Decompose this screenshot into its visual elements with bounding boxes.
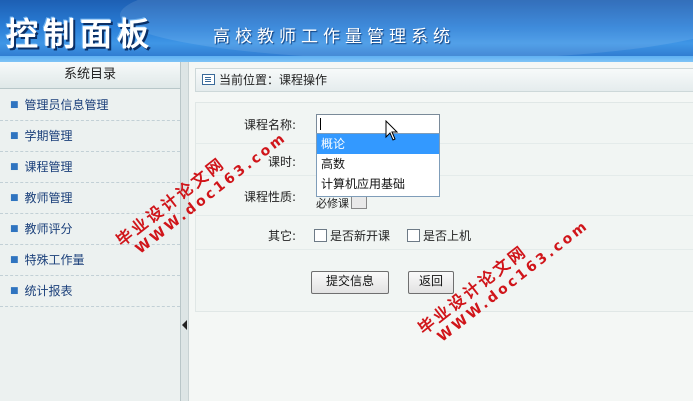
row-divider <box>196 215 693 216</box>
new-course-label: 是否新开课 <box>330 229 391 243</box>
course-option[interactable]: 高数 <box>317 154 439 174</box>
bullet-icon: ■ <box>10 224 19 234</box>
new-course-checkbox[interactable]: 是否新开课 <box>314 227 390 244</box>
text-caret <box>320 118 321 130</box>
sidebar-item-semester[interactable]: ■ 学期管理 <box>0 121 180 152</box>
sidebar-splitter[interactable] <box>180 62 189 401</box>
sidebar-item-special-workload[interactable]: ■ 特殊工作量 <box>0 245 180 276</box>
sidebar-item-label: 课程管理 <box>24 160 73 174</box>
course-type-value: 必修课 <box>316 197 349 209</box>
submit-button[interactable]: 提交信息 <box>311 271 389 294</box>
breadcrumb: 当前位置：课程操作 <box>195 68 693 92</box>
dropdown-button-icon[interactable] <box>351 196 367 209</box>
course-dropdown-list[interactable]: 概论 高数 计算机应用基础 <box>316 133 440 197</box>
app-subtitle: 高校教师工作量管理系统 <box>213 27 455 47</box>
sidebar-title: 系统目录 <box>0 62 180 89</box>
lab-checkbox[interactable]: 是否上机 <box>407 227 471 244</box>
sidebar-item-label: 学期管理 <box>24 129 73 143</box>
sidebar-item-label: 管理员信息管理 <box>24 98 109 112</box>
course-name-select[interactable] <box>316 114 440 134</box>
bullet-icon: ■ <box>10 255 19 265</box>
page-icon <box>202 74 215 85</box>
breadcrumb-text: 当前位置：课程操作 <box>219 73 328 87</box>
course-type-select[interactable]: 必修课 <box>316 195 378 209</box>
other-label: 其它: <box>267 229 296 243</box>
checkbox-icon[interactable] <box>314 229 327 242</box>
sidebar-item-label: 教师管理 <box>24 191 73 205</box>
app-header: 控制面板 高校教师工作量管理系统 <box>0 0 693 62</box>
checkbox-icon[interactable] <box>407 229 420 242</box>
bullet-icon: ■ <box>10 286 19 296</box>
back-button[interactable]: 返回 <box>408 271 454 294</box>
sidebar-item-label: 特殊工作量 <box>24 253 85 267</box>
bullet-icon: ■ <box>10 162 19 172</box>
bullet-icon: ■ <box>10 100 19 110</box>
bullet-icon: ■ <box>10 131 19 141</box>
course-option-selected[interactable]: 概论 <box>317 134 439 154</box>
lab-label: 是否上机 <box>423 229 472 243</box>
mouse-pointer-icon <box>385 120 399 141</box>
course-option[interactable]: 计算机应用基础 <box>317 174 439 194</box>
app-title: 控制面板 <box>6 15 155 53</box>
bullet-icon: ■ <box>10 193 19 203</box>
row-divider <box>196 175 693 176</box>
sidebar-item-admin-info[interactable]: ■ 管理员信息管理 <box>0 90 180 121</box>
sidebar-item-label: 统计报表 <box>24 284 73 298</box>
sidebar-item-reports[interactable]: ■ 统计报表 <box>0 276 180 307</box>
collapse-arrow-icon[interactable] <box>182 320 187 330</box>
sidebar-item-course[interactable]: ■ 课程管理 <box>0 152 180 183</box>
sidebar-item-label: 教师评分 <box>24 222 73 236</box>
row-divider <box>196 249 693 250</box>
